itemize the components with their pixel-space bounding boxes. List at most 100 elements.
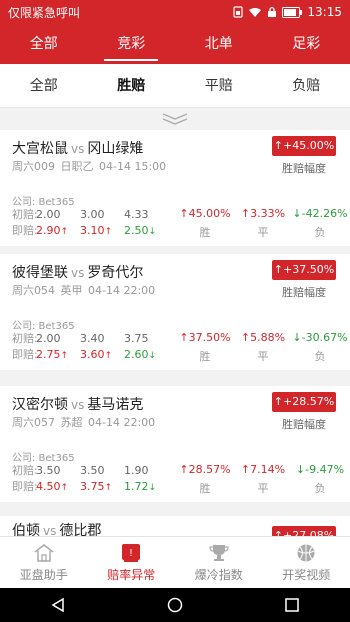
home-team: 汉密尔顿 (12, 397, 68, 413)
live-odds-row: 即赔:2.90↑ 3.10↑ 2.50↓ (12, 222, 168, 238)
league-name: 日职乙 (60, 160, 94, 173)
away-team: 冈山绿雉 (87, 141, 144, 157)
away-team: 基马诺克 (87, 397, 144, 413)
draw-label: 平 (257, 482, 269, 495)
nav-label: 爆冷指数 (194, 567, 243, 582)
wifi-icon (249, 7, 262, 17)
system-nav-bar (0, 588, 350, 622)
live-label: 即赔: (12, 348, 38, 361)
bottom-nav: 亚盘助手 ! 赔率异常 爆冷指数 开奖视频 (0, 536, 350, 588)
match-teams: 汉密尔顿 vs 基马诺克 (12, 394, 143, 414)
vs-label: vs (71, 398, 85, 412)
live-lose: 2.50 (124, 224, 149, 237)
initial-lose: 1.90 (124, 464, 149, 477)
draw-change-pct: ↑5.88% (240, 331, 286, 344)
trophy-icon (209, 544, 229, 561)
collapse-toggle[interactable] (0, 108, 350, 130)
change-badge-label: 胜赔幅度 (282, 286, 326, 299)
nav-odds-anomaly[interactable]: ! 赔率异常 (88, 537, 176, 588)
league-name: 英甲 (60, 284, 83, 297)
match-code: 周六057 (12, 416, 55, 429)
initial-draw: 3.00 (80, 208, 105, 221)
change-badge: ↑+28.57% (272, 392, 336, 412)
subtab-lose-odds[interactable]: 负赔 (263, 64, 350, 107)
initial-odds-row: 初赔:2.00 3.00 4.33 (12, 206, 168, 222)
live-win: 4.50 (36, 480, 61, 493)
arrow-up-icon: ↑ (60, 227, 69, 237)
home-team: 大宫松鼠 (12, 141, 68, 157)
draw-label: 平 (257, 350, 269, 363)
kickoff-time: 04-14 15:00 (99, 160, 167, 173)
status-bar: 仅限紧急呼叫 13:15 (0, 0, 350, 24)
sim-icon (233, 6, 244, 18)
back-icon[interactable] (50, 597, 66, 613)
top-tab-bar: 全部 竞彩 北单 足彩 (0, 24, 350, 64)
change-badge: ↑+37.50% (272, 260, 336, 280)
match-card[interactable]: 彼得堡联 vs 罗奇代尔 周六054 英甲 04-14 22:00 ↑+37.50%… (0, 254, 350, 370)
svg-text:!: ! (129, 548, 133, 559)
vs-label: vs (43, 524, 57, 536)
arrow-down-icon: ↓ (148, 227, 157, 237)
arrow-down-icon: ↓ (148, 483, 157, 493)
recents-icon[interactable] (284, 597, 300, 613)
initial-lose: 4.33 (124, 208, 149, 221)
lose-label: 负 (314, 226, 326, 239)
initial-odds-row: 初赔:2.00 3.40 3.75 (12, 330, 168, 346)
live-lose: 1.72 (124, 480, 149, 493)
lose-label: 负 (314, 482, 326, 495)
live-lose: 2.60 (124, 348, 149, 361)
draw-label: 平 (257, 226, 269, 239)
match-teams: 伯顿 vs 德比郡 (12, 520, 101, 536)
change-badge: ↑+45.00% (272, 136, 336, 156)
live-odds-row: 即赔:2.75↑ 3.60↑ 2.60↓ (12, 346, 168, 362)
tab-all[interactable]: 全部 (0, 24, 88, 64)
change-badge: ↑+27.08% (272, 526, 336, 536)
initial-odds-row: 初赔:3.50 3.50 1.90 (12, 462, 168, 478)
sub-tab-bar: 全部 胜赔 平赔 负赔 (0, 64, 350, 108)
arrow-up-icon: ↑ (60, 483, 69, 493)
draw-change-pct: ↑7.14% (240, 463, 286, 476)
vs-label: vs (71, 266, 85, 280)
arrow-down-icon: ↓ (148, 351, 157, 361)
win-change-pct: ↑28.57% (179, 463, 231, 476)
match-card[interactable]: 汉密尔顿 vs 基马诺克 周六057 苏超 04-14 22:00 ↑+28.57%… (0, 386, 350, 502)
nav-label: 亚盘助手 (19, 567, 68, 582)
match-card[interactable]: 伯顿 vs 德比郡 ↑+27.08% (0, 516, 350, 536)
initial-lose: 3.75 (124, 332, 149, 345)
home-circle-icon[interactable] (167, 597, 183, 613)
initial-win: 2.00 (36, 332, 61, 345)
win-change-pct: ↑45.00% (179, 207, 231, 220)
match-teams: 彼得堡联 vs 罗奇代尔 (12, 262, 143, 282)
home-team: 彼得堡联 (12, 265, 68, 281)
match-card[interactable]: 大宫松鼠 vs 冈山绿雉 周六009 日职乙 04-14 15:00 ↑+45.00… (0, 130, 350, 246)
initial-win: 2.00 (36, 208, 61, 221)
lose-change-pct: ↓-9.47% (295, 463, 345, 476)
arrow-up-icon: ↑ (60, 351, 69, 361)
away-team: 德比郡 (59, 523, 102, 536)
tab-jingcai[interactable]: 竞彩 (88, 24, 176, 64)
nav-draw-video[interactable]: 开奖视频 (263, 537, 350, 588)
lock-icon (268, 6, 277, 17)
live-label: 即赔: (12, 480, 38, 493)
draw-change-pct: ↑3.33% (240, 207, 286, 220)
match-teams: 大宫松鼠 vs 冈山绿雉 (12, 138, 143, 158)
win-label: 胜 (199, 350, 211, 363)
subtab-win-odds[interactable]: 胜赔 (88, 64, 176, 107)
nav-asian-handicap[interactable]: 亚盘助手 (0, 537, 88, 588)
arrow-up-icon: ↑ (104, 483, 113, 493)
clock-text: 13:15 (307, 5, 342, 19)
live-draw: 3.10 (80, 224, 105, 237)
subtab-draw-odds[interactable]: 平赔 (175, 64, 263, 107)
initial-draw: 3.50 (80, 464, 105, 477)
match-meta: 周六054 英甲 04-14 22:00 (12, 282, 157, 298)
kickoff-time: 04-14 22:00 (88, 284, 156, 297)
tab-zucai[interactable]: 足彩 (263, 24, 350, 64)
subtab-all[interactable]: 全部 (0, 64, 88, 107)
match-meta: 周六057 苏超 04-14 22:00 (12, 414, 157, 430)
change-badge-label: 胜赔幅度 (282, 162, 326, 175)
kickoff-time: 04-14 22:00 (88, 416, 156, 429)
win-change-pct: ↑37.50% (179, 331, 231, 344)
tab-beidan[interactable]: 北单 (175, 24, 263, 64)
ball-icon (297, 544, 315, 561)
nav-upset-index[interactable]: 爆冷指数 (175, 537, 263, 588)
